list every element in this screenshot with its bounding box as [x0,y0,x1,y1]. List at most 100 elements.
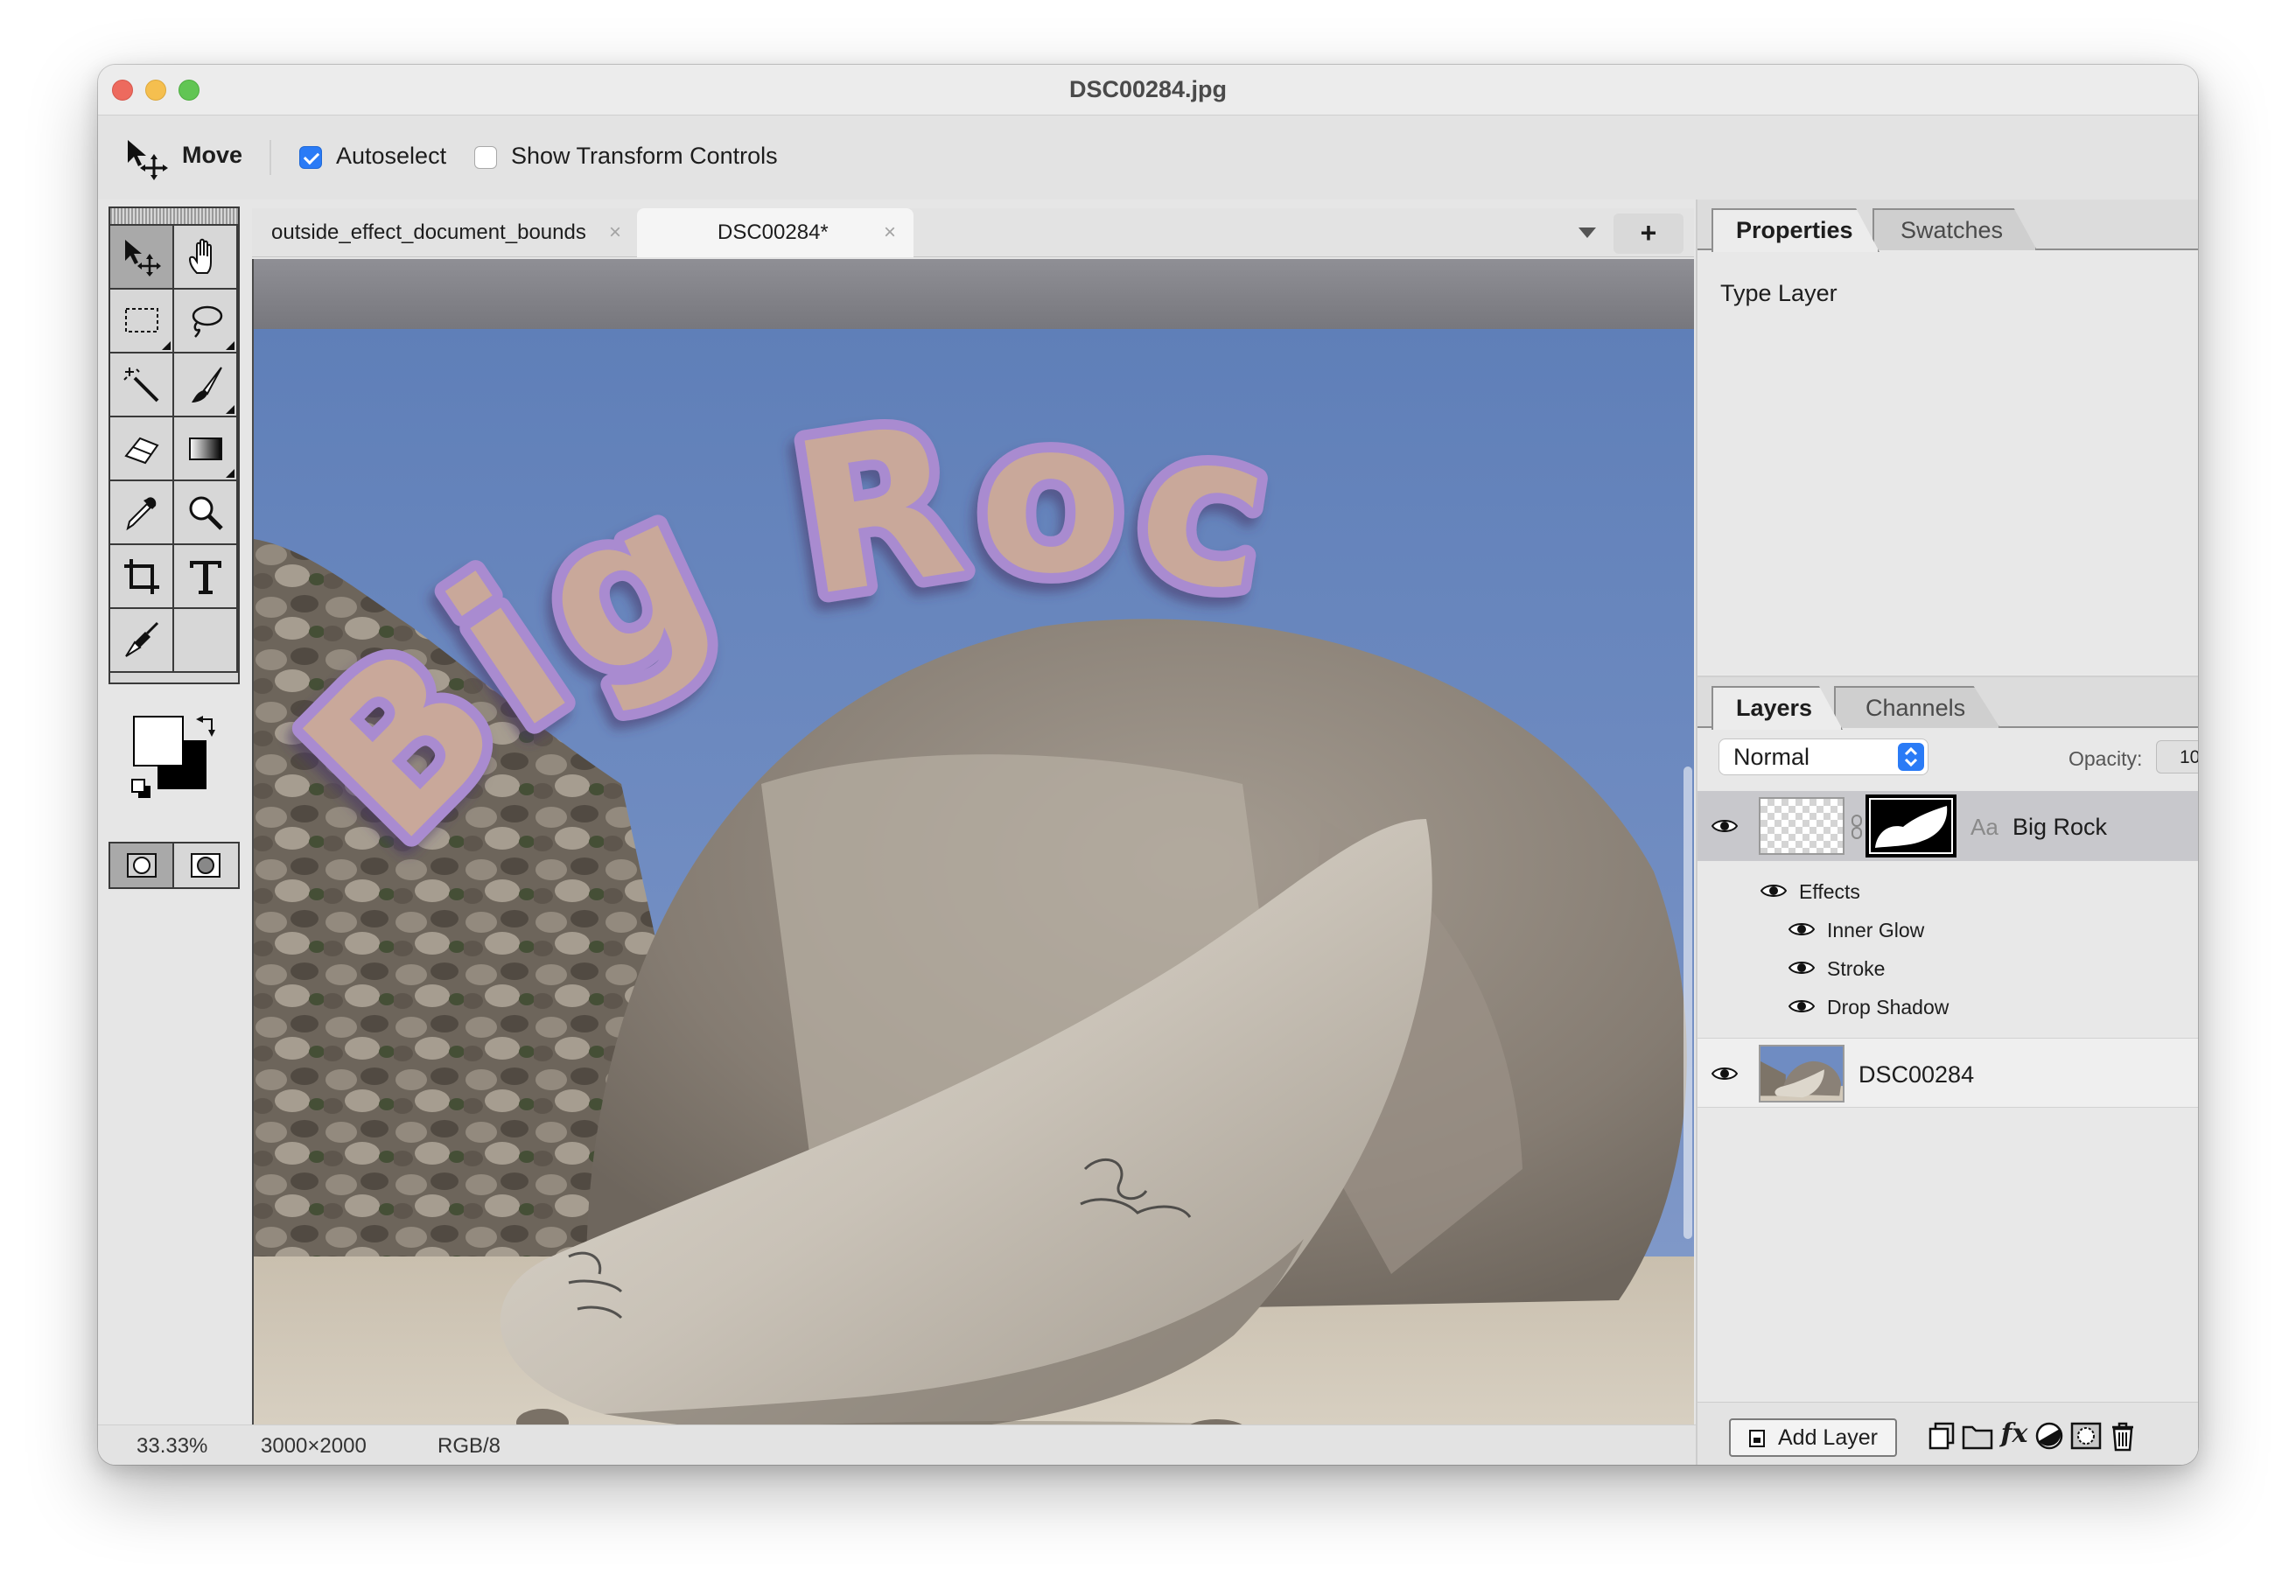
select-arrows-icon [1898,743,1924,771]
brush-icon [192,367,222,402]
tab-label: DSC00284* [718,220,829,244]
lasso-icon [192,305,223,338]
eraser-tool-button[interactable] [110,417,174,481]
toolbox [108,206,240,684]
eye-icon[interactable] [1788,959,1815,976]
duplicate-layer-icon[interactable] [1925,1418,1960,1453]
effect-drop-shadow[interactable]: Drop Shadow [1827,996,1949,1019]
gradient-tool-button[interactable] [174,417,238,481]
document-tab[interactable]: outside_effect_document_bounds × [252,208,628,257]
hand-tool-button[interactable] [174,226,238,290]
eye-icon[interactable] [1788,920,1815,938]
move-tool-button[interactable] [110,226,174,290]
opacity-field[interactable]: 100% [2156,740,2198,774]
canvas-area[interactable]: Big Rock [252,259,1694,1465]
mask-mode-switcher [108,842,240,889]
layers-tab-bar: Layers Channels [1698,677,2198,730]
tab-layers[interactable]: Layers [1712,686,1843,730]
magic-wand-tool-button[interactable] [110,354,174,417]
new-group-folder-icon[interactable] [1960,1418,1995,1453]
layer-row-dsc00284[interactable]: DSC00284 [1698,1038,2198,1108]
lasso-tool-button[interactable] [174,290,238,354]
eye-icon[interactable] [1712,1065,1738,1082]
document-dimensions: 3000×2000 [261,1434,367,1458]
move-tool-icon [128,140,168,180]
rectangular-marquee-tool-button[interactable] [110,290,174,354]
trash-icon[interactable] [2105,1418,2140,1453]
color-mode: RGB/8 [438,1434,501,1458]
type-layer-indicator: Aa [1970,814,1998,840]
autoselect-checkbox[interactable] [299,146,322,169]
marquee-icon [125,308,158,332]
effects-group-label[interactable]: Effects [1799,880,1860,904]
layer-name[interactable]: Big Rock [2012,814,2107,841]
quick-mask-mode-button[interactable] [174,844,238,887]
default-colors-icon[interactable] [131,779,152,800]
zoom-level[interactable]: 33.33% [136,1434,207,1459]
layers-bottom-bar: Add Layer fx [1698,1402,2198,1465]
add-layer-button[interactable]: Add Layer [1729,1418,1897,1457]
effect-stroke[interactable]: Stroke [1827,957,1885,981]
new-tab-button[interactable]: + [1614,214,1684,254]
tab-close-icon[interactable]: × [609,208,621,257]
adjustment-layer-icon[interactable] [2032,1418,2067,1453]
empty-tool-slot [174,609,238,673]
tab-properties[interactable]: Properties [1712,208,1880,252]
document-tab-active[interactable]: DSC00284* × [637,208,914,257]
tab-list-dropdown-icon[interactable] [1578,228,1596,238]
layer-thumbnail[interactable] [1759,1045,1844,1102]
chain-link-icon[interactable] [1850,814,1864,840]
brush-tool-button[interactable] [174,354,238,417]
layer-thumbnail[interactable] [1759,797,1844,855]
opacity-value: 100% [2180,747,2198,767]
tab-swatches[interactable]: Swatches [1872,208,2037,250]
eyedropper-tool-button[interactable] [110,481,174,545]
clone-stamp-tool-button[interactable] [110,609,174,673]
window-title: DSC00284.jpg [1068,76,1228,102]
toolbox-grip[interactable] [110,208,238,226]
zoom-tool-button[interactable] [174,481,238,545]
document-tab-bar: outside_effect_document_bounds × DSC0028… [252,208,1694,257]
swap-colors-icon[interactable] [196,716,219,738]
hand-icon [188,238,212,274]
opacity-label: Opacity: [2068,747,2143,770]
tool-submenu-indicator [162,341,171,350]
current-tool-label: Move [182,142,243,168]
effect-inner-glow[interactable]: Inner Glow [1827,919,1924,942]
properties-tab-bar: Properties Swatches [1698,200,2198,252]
clone-stamp-icon [125,621,159,657]
show-transform-controls-label[interactable]: Show Transform Controls [511,143,778,170]
gradient-icon [189,438,222,460]
layer-mask-thumbnail[interactable] [1866,794,1956,858]
status-bar: 33.33% 3000×2000 RGB/8 [98,1424,1696,1465]
layer-effects-fx-icon[interactable]: fx [1997,1418,2032,1453]
show-transform-controls-checkbox[interactable] [474,146,497,169]
blend-mode-select[interactable]: Normal [1718,738,1928,775]
tool-submenu-indicator [226,341,234,350]
tab-close-icon[interactable]: × [884,208,896,257]
eye-icon[interactable] [1788,998,1815,1015]
right-panel: Properties Swatches Type Layer Layers Ch… [1696,200,2198,1465]
type-icon [190,561,221,594]
layer-row-big-rock[interactable]: Aa Big Rock [1698,791,2198,861]
quick-mask-icon [191,853,220,878]
layer-name[interactable]: DSC00284 [1858,1061,1974,1088]
add-mask-icon[interactable] [2068,1418,2104,1453]
tab-channels[interactable]: Channels [1834,686,2000,728]
layer-type-label: Type Layer [1720,280,1838,306]
autoselect-label[interactable]: Autoselect [336,143,446,170]
app-window: DSC00284.jpg Move Autoselect Show Transf… [98,65,2198,1465]
vertical-scrollbar[interactable] [1684,766,1692,1239]
eye-icon[interactable] [1712,817,1738,835]
eye-icon[interactable] [1760,882,1787,900]
standard-mode-icon [127,853,157,878]
big-rock-text-layer[interactable]: Big Rock [254,259,1694,1465]
crop-tool-button[interactable] [110,545,174,609]
new-layer-icon [1749,1430,1765,1447]
move-icon [125,240,161,276]
type-tool-button[interactable] [174,545,238,609]
eraser-icon [124,437,159,465]
zoom-icon [189,496,223,530]
foreground-color-swatch[interactable] [133,716,184,766]
standard-mode-button[interactable] [110,844,174,887]
